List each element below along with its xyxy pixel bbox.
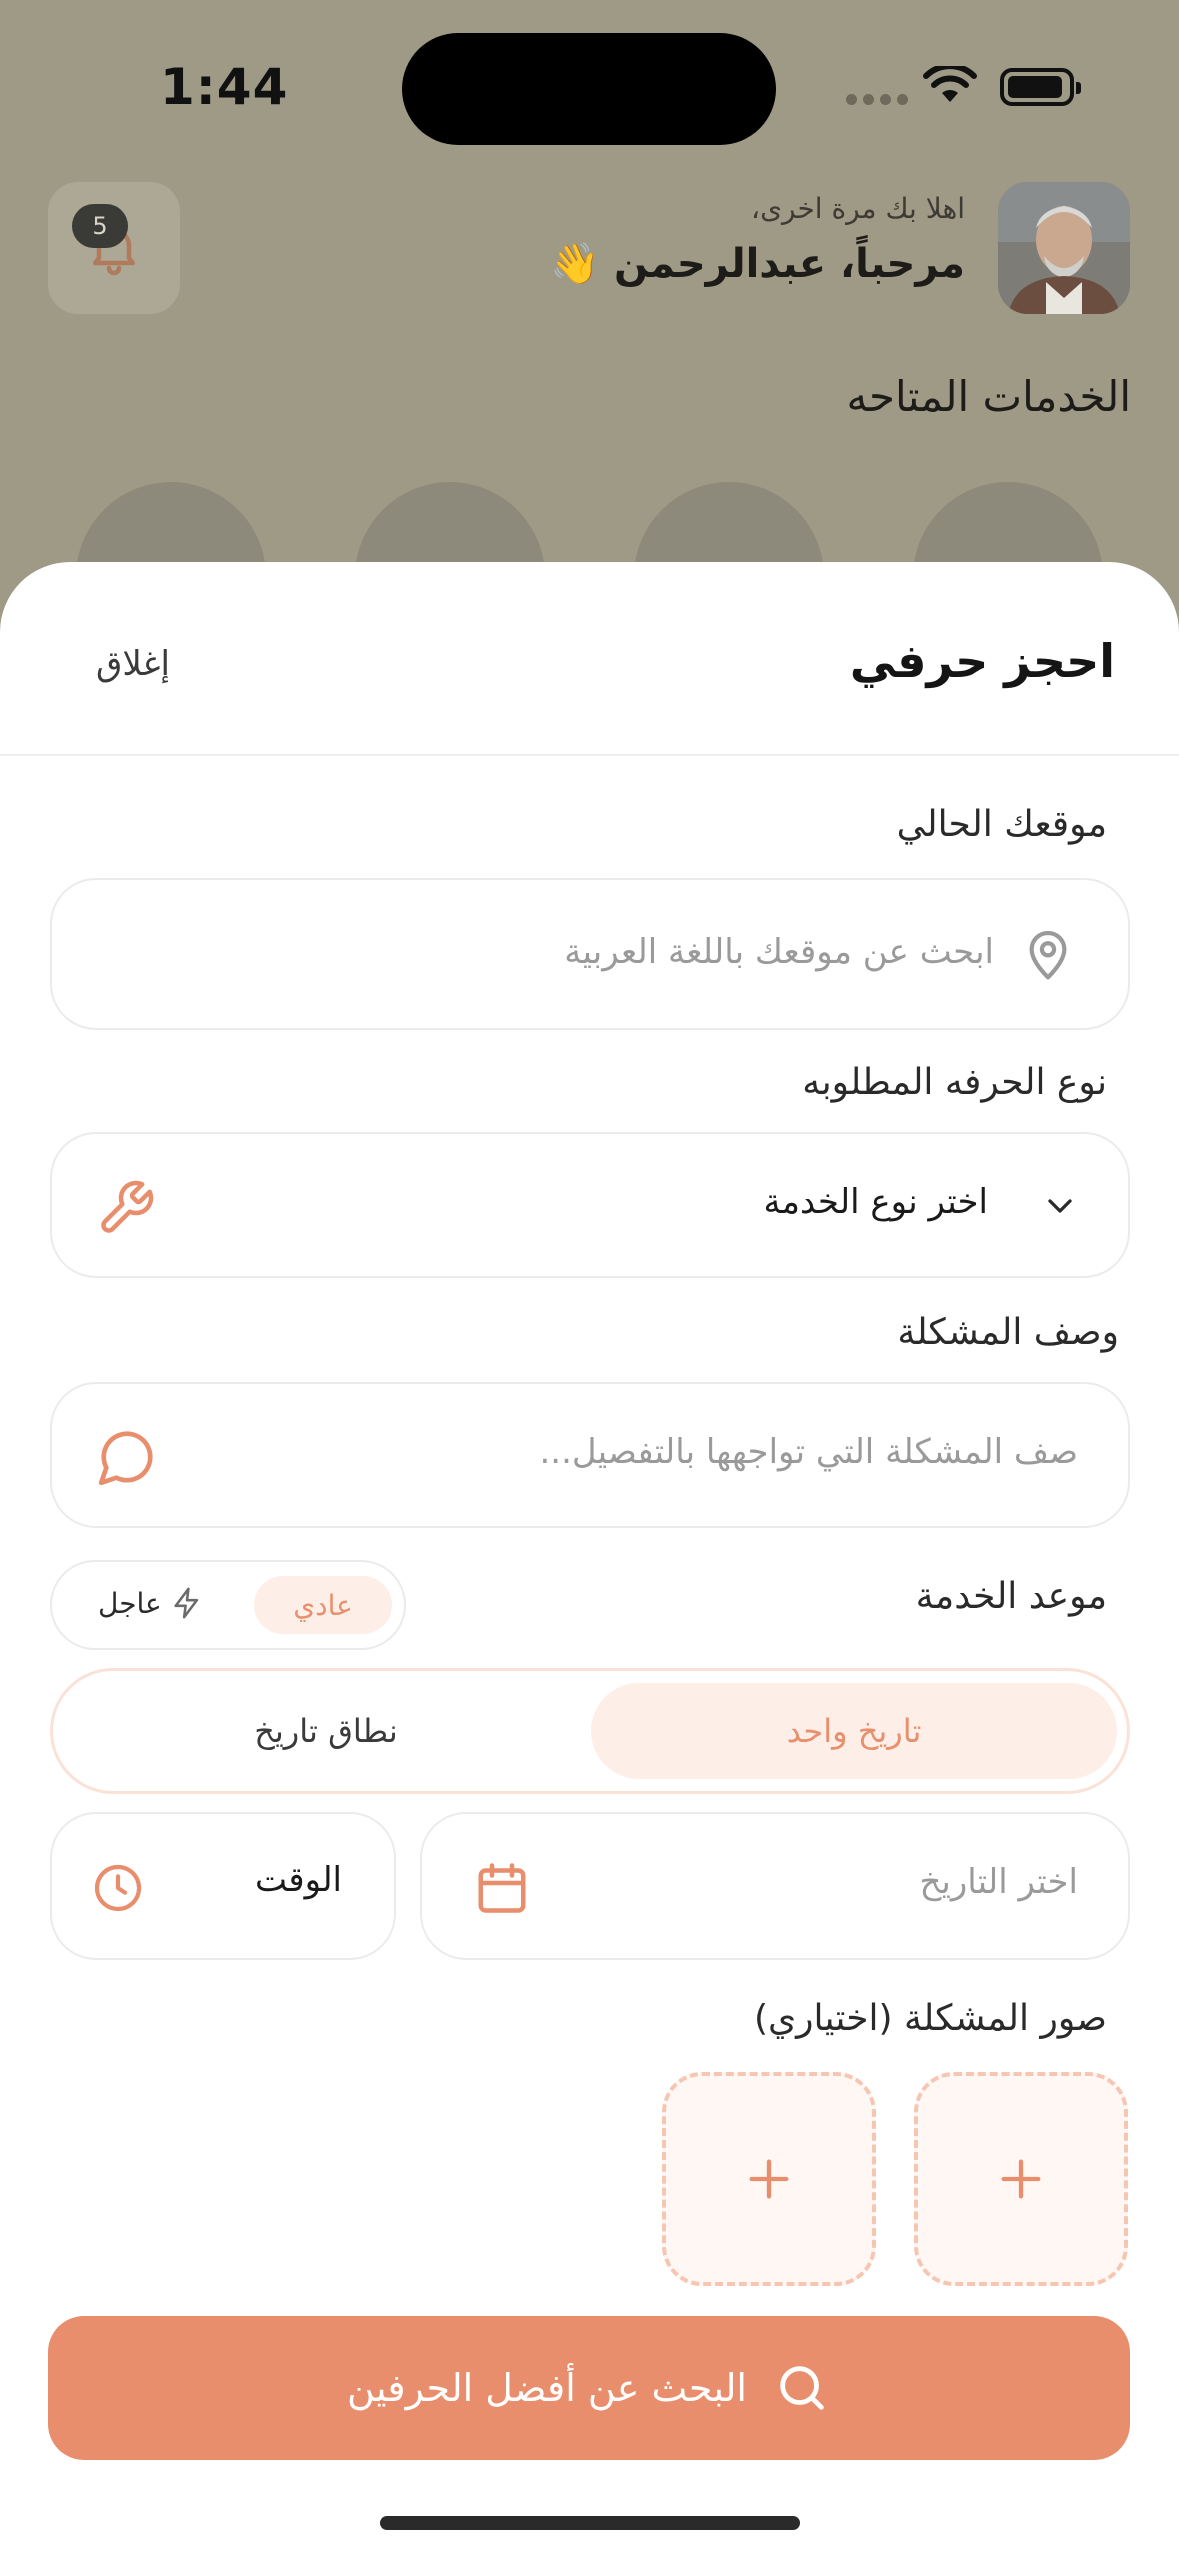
home-indicator (380, 2516, 800, 2530)
problem-description-input[interactable]: صف المشكلة التي تواجهها بالتفصيل... (50, 1382, 1130, 1528)
location-search-input[interactable]: ابحث عن موقعك باللغة العربية (50, 878, 1130, 1030)
urgency-urgent-option[interactable]: عاجل (98, 1586, 204, 1620)
map-pin-icon (1029, 930, 1067, 980)
search-craftsmen-button[interactable]: البحث عن أفضل الحرفين (48, 2316, 1130, 2460)
photos-label: صور المشكلة (اختياري) (753, 1998, 1107, 2039)
greeting-title: مرحباً، عبدالرحمن 👋 (550, 241, 965, 287)
lightning-icon (174, 1587, 198, 1619)
wrench-icon (101, 1180, 154, 1233)
add-photo-button[interactable] (662, 2072, 876, 2286)
calendar-icon (478, 1863, 526, 1913)
status-time: 1:44 (160, 58, 289, 116)
craft-type-value: اختر نوع الخدمة (763, 1182, 988, 1222)
chevron-down-icon (1048, 1199, 1072, 1213)
notification-badge: 5 (72, 204, 128, 248)
urgency-urgent-label: عاجل (98, 1586, 162, 1620)
signal-icon (846, 94, 908, 105)
problem-description-label: وصف المشكلة (897, 1312, 1119, 1353)
service-schedule-label: موعد الخدمة (915, 1576, 1107, 1617)
dynamic-island (402, 33, 776, 145)
urgency-normal-option[interactable]: عادي (254, 1576, 392, 1634)
plus-icon (749, 2159, 789, 2199)
location-placeholder: ابحث عن موقعك باللغة العربية (564, 932, 994, 972)
date-mode-single-tab[interactable]: تاريخ واحد (591, 1683, 1117, 1779)
time-label: الوقت (254, 1860, 342, 1900)
clock-icon (94, 1864, 142, 1912)
plus-icon (1001, 2159, 1041, 2199)
search-button-label: البحث عن أفضل الحرفين (347, 2366, 747, 2410)
craft-type-select[interactable]: اختر نوع الخدمة (50, 1132, 1130, 1278)
date-picker-field[interactable]: اختر التاريخ (420, 1812, 1130, 1960)
notifications-button[interactable]: 5 (48, 182, 180, 314)
problem-description-placeholder: صف المشكلة التي تواجهها بالتفصيل... (539, 1432, 1078, 1472)
user-avatar-image (998, 182, 1130, 314)
greeting-subtitle: اهلا بك مرة اخرى، (751, 192, 965, 225)
date-mode-segmented-control: تاريخ واحد نطاق تاريخ (50, 1668, 1130, 1794)
urgency-toggle: عادي عاجل (50, 1560, 406, 1650)
craft-type-label: نوع الحرفه المطلوبه (802, 1062, 1107, 1103)
search-icon (780, 2366, 824, 2410)
divider (0, 754, 1179, 756)
avatar[interactable] (998, 182, 1130, 314)
chat-bubble-icon (98, 1431, 153, 1486)
services-section-title: الخدمات المتاحه (846, 372, 1131, 421)
add-photo-button[interactable] (914, 2072, 1128, 2286)
date-placeholder: اختر التاريخ (919, 1862, 1078, 1902)
location-label: موقعك الحالي (896, 804, 1107, 845)
sheet-title: احجز حرفي (849, 634, 1115, 688)
time-picker-field[interactable]: الوقت (50, 1812, 396, 1960)
close-button[interactable]: إغلاق (96, 644, 170, 684)
battery-icon (1000, 68, 1081, 106)
date-mode-range-tab[interactable]: نطاق تاريخ (63, 1683, 589, 1779)
wifi-icon (923, 66, 977, 102)
